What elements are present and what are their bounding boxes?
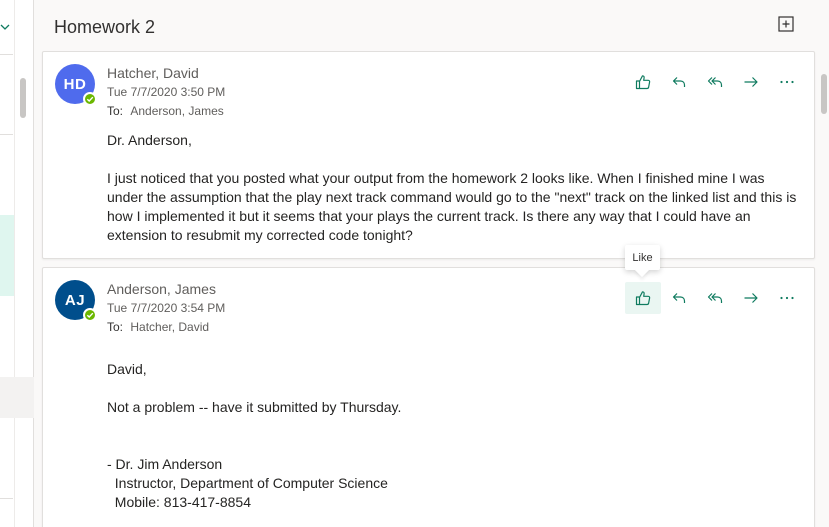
reply-all-button[interactable] bbox=[697, 282, 733, 314]
message-date: Tue 7/7/2020 3:50 PM bbox=[107, 85, 226, 99]
avatar-initials: HD bbox=[63, 75, 87, 93]
body-paragraph: Not a problem -- have it submitted by Th… bbox=[107, 399, 402, 415]
avatar-initials: AJ bbox=[64, 291, 86, 309]
signature-name: - Dr. Jim Anderson bbox=[107, 456, 223, 472]
message-body: Dr. Anderson, I just noticed that you po… bbox=[107, 131, 797, 245]
message-card[interactable]: HD Hatcher, David Tue 7/7/2020 3:50 PM T… bbox=[42, 51, 815, 259]
greeting-line: David, bbox=[107, 361, 147, 377]
forward-icon bbox=[744, 293, 758, 303]
presence-available-icon bbox=[83, 92, 97, 106]
message-actions bbox=[625, 282, 805, 314]
recipients: To: Anderson, James bbox=[107, 104, 224, 118]
message-date: Tue 7/7/2020 3:54 PM bbox=[107, 301, 226, 315]
reply-icon bbox=[672, 77, 686, 87]
message-actions bbox=[625, 66, 805, 98]
forward-icon bbox=[744, 77, 758, 87]
reply-all-icon bbox=[707, 77, 723, 87]
selected-message-item[interactable] bbox=[0, 215, 14, 296]
message-body: David, Not a problem -- have it submitte… bbox=[107, 360, 797, 512]
to-label: To: bbox=[107, 104, 124, 118]
more-actions-button[interactable] bbox=[769, 282, 805, 314]
avatar[interactable]: HD bbox=[55, 64, 97, 106]
like-button[interactable] bbox=[625, 66, 661, 98]
scrollbar-thumb[interactable] bbox=[821, 74, 827, 114]
reply-all-icon bbox=[707, 293, 723, 303]
more-actions-button[interactable] bbox=[769, 66, 805, 98]
list-scrollbar[interactable] bbox=[20, 78, 26, 118]
presence-available-icon bbox=[83, 308, 97, 322]
conversation-subject: Homework 2 bbox=[54, 17, 156, 37]
recipient-name[interactable]: Hatcher, David bbox=[130, 320, 209, 334]
list-separator bbox=[0, 134, 13, 135]
recipients: To: Hatcher, David bbox=[107, 320, 209, 334]
like-button[interactable] bbox=[625, 282, 661, 314]
signature-phone: Mobile: 813-417-8854 bbox=[107, 494, 251, 510]
sender-name[interactable]: Anderson, James bbox=[107, 281, 216, 297]
tooltip-text: Like bbox=[632, 251, 653, 264]
forward-button[interactable] bbox=[733, 66, 769, 98]
more-icon bbox=[780, 296, 794, 300]
avatar[interactable]: AJ bbox=[55, 280, 97, 322]
message-list-pane bbox=[0, 0, 34, 527]
signature-title: Instructor, Department of Computer Scien… bbox=[107, 475, 388, 491]
forward-button[interactable] bbox=[733, 282, 769, 314]
list-separator bbox=[0, 54, 13, 55]
like-icon bbox=[635, 75, 651, 90]
list-group-header bbox=[0, 377, 34, 418]
sender-name[interactable]: Hatcher, David bbox=[107, 65, 199, 81]
list-separator bbox=[0, 498, 13, 499]
recipient-name[interactable]: Anderson, James bbox=[130, 104, 223, 118]
to-label: To: bbox=[107, 320, 124, 334]
reading-pane-scrollbar[interactable] bbox=[818, 0, 829, 527]
reply-icon bbox=[672, 293, 686, 303]
reply-all-button[interactable] bbox=[697, 66, 733, 98]
greeting-line: Dr. Anderson, bbox=[107, 132, 192, 148]
reply-button[interactable] bbox=[661, 66, 697, 98]
message-card[interactable]: AJ Anderson, James Tue 7/7/2020 3:54 PM … bbox=[42, 267, 815, 527]
chevron-down-icon[interactable] bbox=[0, 20, 14, 34]
list-divider bbox=[14, 0, 15, 527]
body-paragraph: I just noticed that you posted what your… bbox=[107, 170, 797, 243]
like-icon bbox=[635, 291, 651, 306]
reply-button[interactable] bbox=[661, 282, 697, 314]
more-icon bbox=[780, 80, 794, 84]
like-tooltip: Like bbox=[625, 245, 660, 270]
expand-icon[interactable] bbox=[776, 14, 796, 34]
